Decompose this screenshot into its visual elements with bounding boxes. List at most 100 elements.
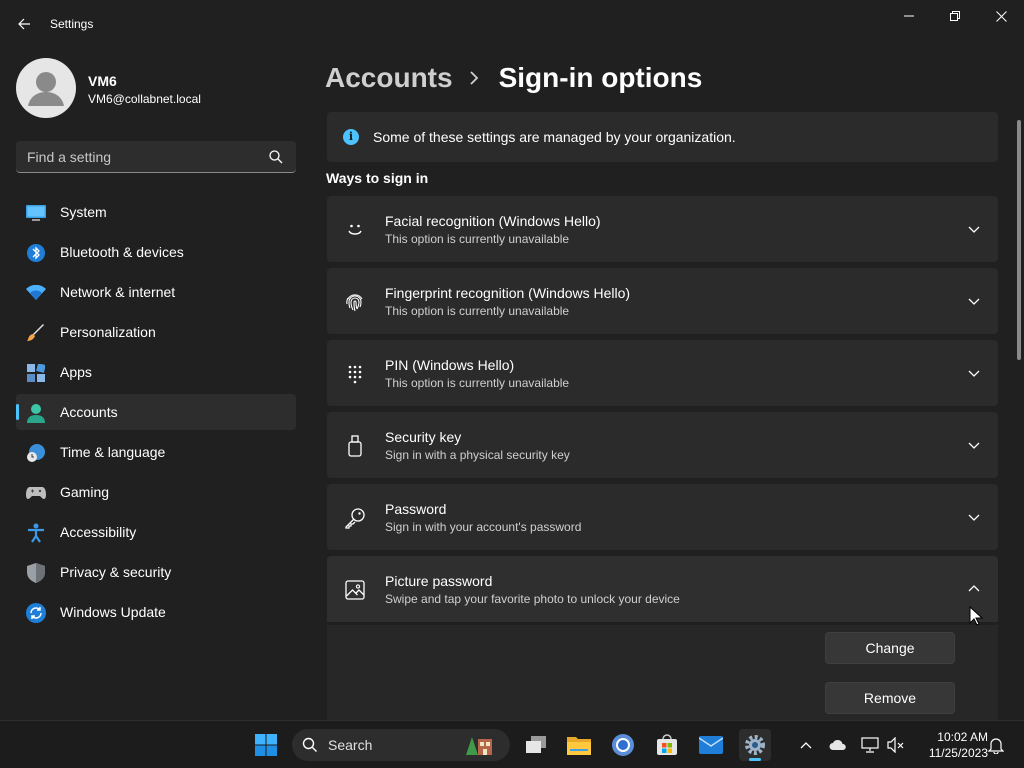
notifications-button[interactable] <box>986 735 1006 755</box>
restore-icon <box>950 11 960 21</box>
chevron-down-icon[interactable] <box>966 221 982 237</box>
close-button[interactable] <box>978 0 1024 32</box>
file-explorer-button[interactable] <box>563 729 595 761</box>
chevron-down-icon[interactable] <box>966 509 982 525</box>
password-card[interactable]: Password Sign in with your account's pas… <box>327 484 998 550</box>
card-title: Picture password <box>385 573 493 589</box>
windows-logo-icon <box>255 734 277 756</box>
onedrive-tray-button[interactable] <box>828 735 848 755</box>
chrome-button[interactable] <box>607 729 639 761</box>
chevron-up-icon <box>800 742 812 749</box>
card-title: PIN (Windows Hello) <box>385 357 515 373</box>
card-title: Fingerprint recognition (Windows Hello) <box>385 285 631 301</box>
user-profile[interactable]: VM6 VM6@collabnet.local <box>16 58 296 118</box>
sidebar-item-label: Accessibility <box>60 524 137 540</box>
card-subtitle: This option is currently unavailable <box>385 376 570 390</box>
user-name: VM6 <box>88 73 117 89</box>
card-subtitle: Swipe and tap your favorite photo to unl… <box>385 592 680 606</box>
sidebar-item-bluetooth[interactable]: Bluetooth & devices <box>16 234 296 270</box>
usb-key-icon <box>343 434 367 458</box>
brush-icon <box>26 323 46 343</box>
sidebar-item-label: Gaming <box>60 484 110 500</box>
pin-card[interactable]: PIN (Windows Hello) This option is curre… <box>327 340 998 406</box>
taskbar: Search 10:02 AM 11/25/2023 <box>0 720 1024 768</box>
facial-recognition-card[interactable]: Facial recognition (Windows Hello) This … <box>327 196 998 262</box>
wifi-icon <box>26 283 46 303</box>
sidebar-item-label: Personalization <box>60 324 156 340</box>
sidebar-item-label: Accounts <box>60 404 118 420</box>
folder-icon <box>567 737 591 755</box>
breadcrumb-parent[interactable]: Accounts <box>325 62 453 94</box>
card-title: Security key <box>385 429 462 445</box>
sidebar-item-accessibility[interactable]: Accessibility <box>16 514 296 550</box>
sidebar-item-label: System <box>60 204 107 220</box>
volume-tray-button[interactable] <box>886 735 906 755</box>
section-title: Ways to sign in <box>326 170 429 186</box>
page-title: Sign-in options <box>498 62 703 93</box>
sidebar-item-accounts[interactable]: Accounts <box>16 394 296 430</box>
restore-button[interactable] <box>932 0 978 32</box>
breadcrumb: Accounts Sign-in options <box>325 58 702 98</box>
start-button[interactable] <box>250 729 282 761</box>
clock-date: 11/25/2023 <box>928 746 988 760</box>
minimize-button[interactable] <box>886 0 932 32</box>
sidebar-item-network[interactable]: Network & internet <box>16 274 296 310</box>
sidebar-item-gaming[interactable]: Gaming <box>16 474 296 510</box>
minimize-icon <box>904 15 914 17</box>
chevron-up-icon[interactable] <box>966 581 982 597</box>
sidebar-item-time-language[interactable]: Time & language <box>16 434 296 470</box>
face-icon <box>343 218 367 242</box>
remove-picture-password-button[interactable]: Remove <box>825 682 955 714</box>
update-icon <box>26 603 46 623</box>
pin-keypad-icon <box>343 362 367 386</box>
mail-button[interactable] <box>695 729 727 761</box>
app-title: Settings <box>50 17 94 31</box>
change-picture-password-button[interactable]: Change <box>825 632 955 664</box>
accessibility-icon <box>26 523 46 543</box>
search-icon[interactable] <box>268 149 284 165</box>
clock[interactable]: 10:02 AM 11/25/2023 <box>912 729 988 761</box>
apps-icon <box>26 363 46 383</box>
search-highlight-icon <box>466 737 492 755</box>
system-icon <box>26 203 46 223</box>
sidebar-item-label: Network & internet <box>60 284 176 300</box>
card-subtitle: This option is currently unavailable <box>385 232 570 246</box>
task-view-button[interactable] <box>520 729 552 761</box>
chevron-down-icon[interactable] <box>966 365 982 381</box>
avatar <box>16 58 76 118</box>
sidebar-item-personalization[interactable]: Personalization <box>16 314 296 350</box>
taskbar-search[interactable]: Search <box>292 729 510 761</box>
search-input[interactable] <box>16 141 256 172</box>
sidebar-item-label: Windows Update <box>60 604 166 620</box>
sidebar-item-label: Privacy & security <box>60 564 172 580</box>
settings-search[interactable] <box>16 141 296 173</box>
clock-time: 10:02 AM <box>937 730 988 744</box>
cloud-icon <box>829 739 846 750</box>
sidebar-item-apps[interactable]: Apps <box>16 354 296 390</box>
sidebar-item-label: Time & language <box>60 444 166 460</box>
card-title: Password <box>385 501 447 517</box>
fingerprint-recognition-card[interactable]: Fingerprint recognition (Windows Hello) … <box>327 268 998 334</box>
mouse-cursor-icon <box>969 606 983 626</box>
settings-taskbar-button[interactable] <box>739 729 771 761</box>
back-button[interactable] <box>10 10 38 38</box>
chevron-right-icon <box>469 71 483 85</box>
sidebar-item-system[interactable]: System <box>16 194 296 230</box>
card-title: Facial recognition (Windows Hello) <box>385 213 601 229</box>
chevron-down-icon[interactable] <box>966 437 982 453</box>
sidebar-item-windows-update[interactable]: Windows Update <box>16 594 296 630</box>
microsoft-store-button[interactable] <box>651 729 683 761</box>
user-email: VM6@collabnet.local <box>88 92 201 106</box>
security-key-card[interactable]: Security key Sign in with a physical sec… <box>327 412 998 478</box>
chevron-down-icon[interactable] <box>966 293 982 309</box>
user-placeholder-icon <box>28 72 64 106</box>
picture-password-card[interactable]: Picture password Swipe and tap your favo… <box>327 556 998 622</box>
search-icon <box>302 737 317 752</box>
sidebar-item-privacy-security[interactable]: Privacy & security <box>16 554 296 590</box>
network-icon <box>861 737 879 753</box>
scrollbar[interactable] <box>1017 120 1021 360</box>
back-arrow-icon <box>18 18 30 30</box>
show-hidden-icons-button[interactable] <box>796 735 816 755</box>
fingerprint-icon <box>343 290 367 314</box>
network-tray-button[interactable] <box>860 735 880 755</box>
